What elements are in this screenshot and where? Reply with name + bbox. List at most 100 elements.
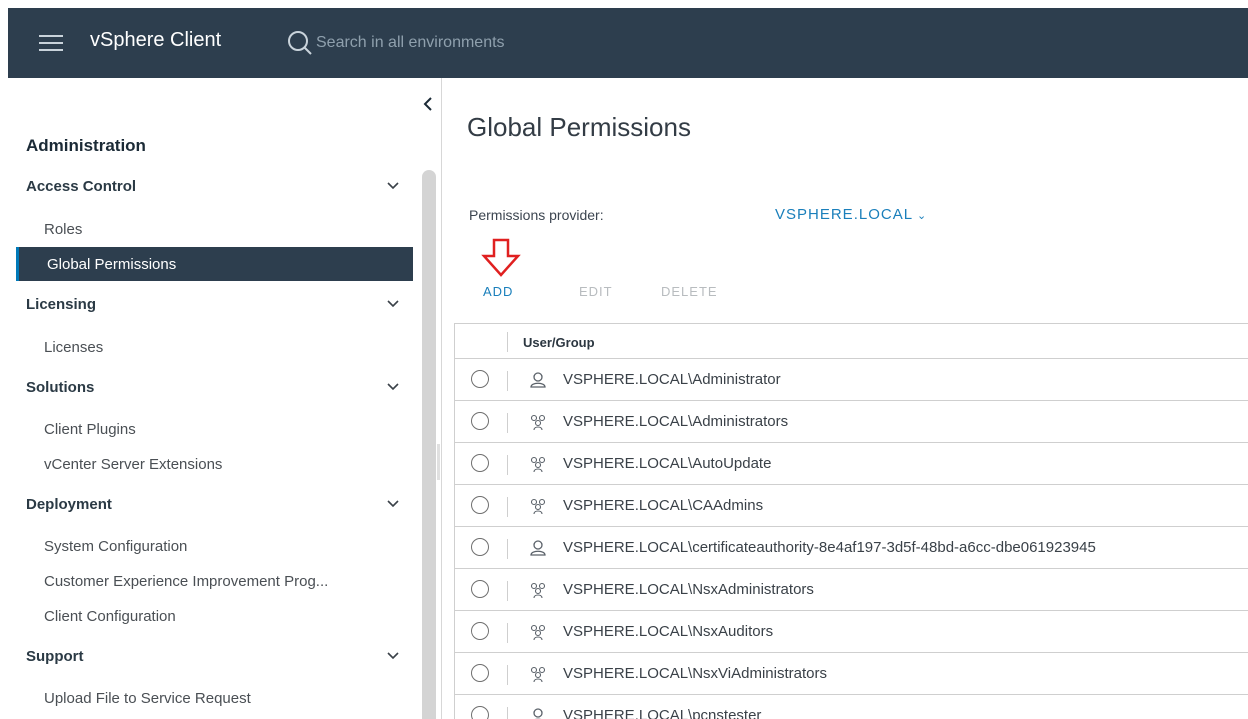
user-group-name: VSPHERE.LOCAL\NsxAuditors <box>563 623 774 640</box>
hamburger-menu-icon[interactable] <box>36 28 66 58</box>
table-row[interactable]: VSPHERE.LOCAL\Administrator <box>455 359 1248 401</box>
sidebar-item-label: System Configuration <box>44 538 188 555</box>
search-icon[interactable] <box>286 29 314 57</box>
chevron-down-icon <box>387 652 399 660</box>
column-header-user-group[interactable]: User/Group <box>523 335 595 350</box>
chevron-down-icon <box>387 500 399 508</box>
row-select-radio[interactable] <box>471 706 489 719</box>
sidebar-item-system-configuration[interactable]: System Configuration <box>16 529 413 563</box>
column-separator <box>507 455 508 475</box>
table-row[interactable]: VSPHERE.LOCAL\AutoUpdate <box>455 443 1248 485</box>
row-select-radio[interactable] <box>471 370 489 388</box>
table-row[interactable]: VSPHERE.LOCAL\Administrators <box>455 401 1248 443</box>
row-select-radio[interactable] <box>471 664 489 682</box>
sidebar-item-client-plugins[interactable]: Client Plugins <box>16 412 413 446</box>
sidebar-group-support[interactable]: Support <box>16 640 413 674</box>
app-title[interactable]: vSphere Client <box>90 29 221 52</box>
table-row[interactable]: VSPHERE.LOCAL\pcnstester <box>455 695 1248 719</box>
sidebar-item-label: Client Plugins <box>44 421 136 438</box>
row-select-radio[interactable] <box>471 538 489 556</box>
sidebar-item-vcenter-server-extensions[interactable]: vCenter Server Extensions <box>16 447 413 481</box>
row-select-radio[interactable] <box>471 580 489 598</box>
sidebar-item-roles[interactable]: Roles <box>16 212 413 246</box>
permissions-table: User/Group VSPHERE.LOCAL\Administrator V… <box>454 323 1248 719</box>
sidebar: Administration Access Control Roles Glob… <box>8 78 442 719</box>
left-edge <box>0 78 8 719</box>
sidebar-item-label: Client Configuration <box>44 608 176 625</box>
group-icon <box>530 456 546 473</box>
user-group-name: VSPHERE.LOCAL\CAAdmins <box>563 497 764 514</box>
sidebar-group-label: Support <box>26 648 84 665</box>
sidebar-item-upload-file[interactable]: Upload File to Service Request <box>16 681 413 715</box>
column-separator <box>507 371 508 391</box>
sidebar-item-licenses[interactable]: Licenses <box>16 330 413 364</box>
user-group-name: VSPHERE.LOCAL\Administrator <box>563 371 781 388</box>
sidebar-item-label: Upload File to Service Request <box>44 690 251 707</box>
chevron-down-icon: ⌄ <box>917 210 928 222</box>
group-icon <box>530 414 546 431</box>
table-row[interactable]: VSPHERE.LOCAL\NsxViAdministrators <box>455 653 1248 695</box>
row-select-radio[interactable] <box>471 622 489 640</box>
user-icon <box>530 372 546 388</box>
add-button[interactable]: ADD <box>483 284 513 299</box>
user-group-name: VSPHERE.LOCAL\pcnstester <box>563 707 762 719</box>
group-icon <box>530 624 546 641</box>
column-separator <box>507 665 508 685</box>
provider-value: VSPHERE.LOCAL <box>775 206 914 223</box>
top-header: vSphere Client <box>8 8 1248 78</box>
chevron-down-icon <box>387 383 399 391</box>
sidebar-group-access-control[interactable]: Access Control <box>16 170 413 204</box>
collapse-sidebar-chevron-left-icon[interactable] <box>420 94 436 114</box>
column-separator <box>507 497 508 517</box>
row-select-radio[interactable] <box>471 496 489 514</box>
delete-button[interactable]: DELETE <box>661 284 718 299</box>
row-select-radio[interactable] <box>471 454 489 472</box>
sidebar-heading: Administration <box>26 136 146 155</box>
sidebar-item-global-permissions[interactable]: Global Permissions <box>16 247 413 281</box>
chevron-down-icon <box>387 300 399 308</box>
global-search-input[interactable] <box>316 30 716 56</box>
column-separator <box>507 581 508 601</box>
sidebar-group-label: Licensing <box>26 296 97 313</box>
table-row[interactable]: VSPHERE.LOCAL\NsxAuditors <box>455 611 1248 653</box>
group-icon <box>530 666 546 683</box>
app-window: vSphere Client Administration Access Con… <box>0 0 1248 719</box>
row-select-radio[interactable] <box>471 412 489 430</box>
sidebar-group-solutions[interactable]: Solutions <box>16 371 413 405</box>
sidebar-item-label: Global Permissions <box>47 256 177 273</box>
table-header: User/Group <box>455 324 1248 359</box>
column-separator <box>507 413 508 433</box>
user-group-name: VSPHERE.LOCAL\AutoUpdate <box>563 455 772 472</box>
chevron-down-icon <box>387 182 399 190</box>
group-icon <box>530 582 546 599</box>
user-icon <box>533 708 543 719</box>
column-separator <box>507 539 508 559</box>
sidebar-group-licensing[interactable]: Licensing <box>16 288 413 322</box>
sidebar-item-ceip[interactable]: Customer Experience Improvement Prog... <box>16 564 413 598</box>
sidebar-item-label: vCenter Server Extensions <box>44 456 223 473</box>
user-icon <box>530 540 546 556</box>
main-content: Global Permissions Permissions provider:… <box>450 78 1248 719</box>
permissions-provider-label: Permissions provider: <box>469 207 604 223</box>
sidebar-group-label: Solutions <box>26 379 95 396</box>
table-row[interactable]: VSPHERE.LOCAL\certificateauthority-8e4af… <box>455 527 1248 569</box>
sidebar-scrollbar[interactable] <box>422 170 436 719</box>
edit-button[interactable]: EDIT <box>579 284 613 299</box>
sidebar-item-client-configuration[interactable]: Client Configuration <box>16 599 413 633</box>
user-group-name: VSPHERE.LOCAL\NsxViAdministrators <box>563 665 827 682</box>
splitter-grip[interactable] <box>437 444 440 480</box>
table-row[interactable]: VSPHERE.LOCAL\CAAdmins <box>455 485 1248 527</box>
column-separator <box>507 332 508 352</box>
group-icon <box>530 498 546 515</box>
page-title: Global Permissions <box>467 112 691 142</box>
red-down-arrow-icon <box>481 238 521 277</box>
sidebar-group-deployment[interactable]: Deployment <box>16 488 413 522</box>
user-group-name: VSPHERE.LOCAL\certificateauthority-8e4af… <box>563 539 1096 556</box>
column-separator <box>507 707 508 719</box>
sidebar-item-label: Licenses <box>44 339 104 356</box>
sidebar-item-label: Customer Experience Improvement Prog... <box>44 573 329 590</box>
table-row[interactable]: VSPHERE.LOCAL\NsxAdministrators <box>455 569 1248 611</box>
sidebar-group-label: Access Control <box>26 178 137 195</box>
sidebar-group-label: Deployment <box>26 496 112 513</box>
permissions-provider-dropdown[interactable]: VSPHERE.LOCAL ⌄ <box>775 206 927 223</box>
